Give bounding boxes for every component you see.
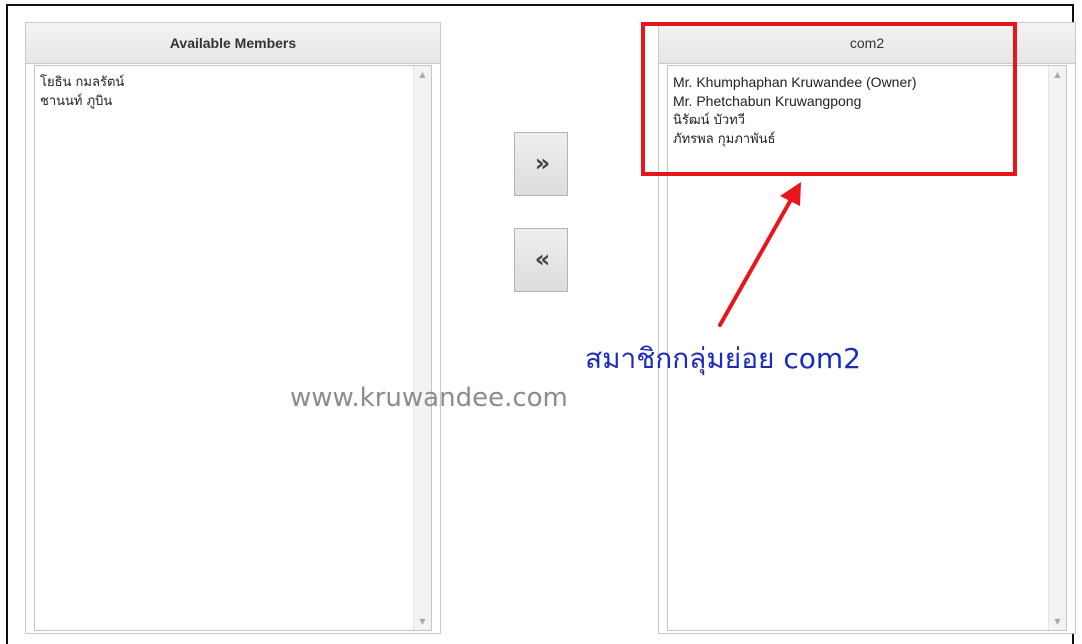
annotation-label: สมาชิกกลุ่มย่อย com2: [585, 342, 861, 375]
annotation-arrow-icon: [718, 182, 801, 327]
